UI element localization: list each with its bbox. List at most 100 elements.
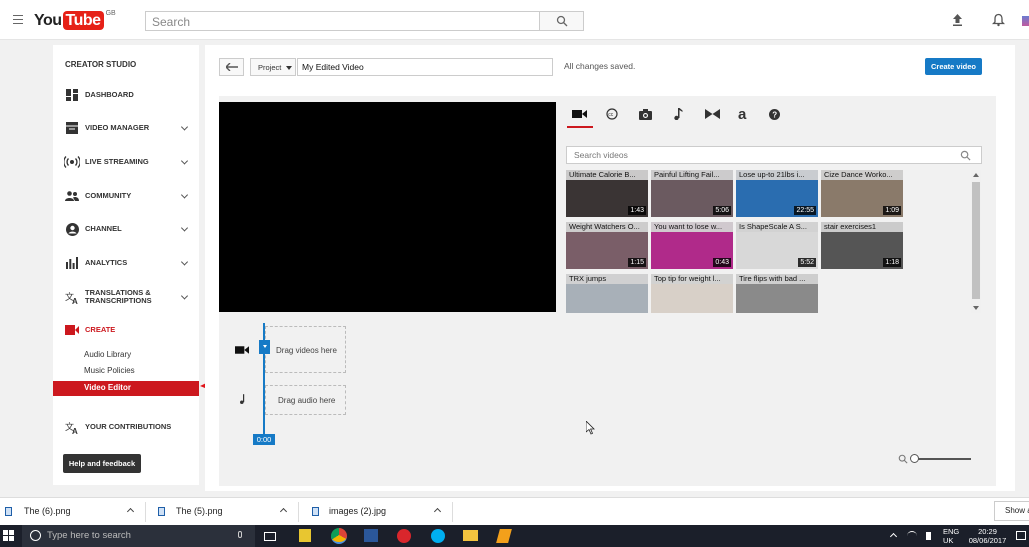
tab-photos[interactable] — [635, 104, 655, 124]
download-divider — [145, 502, 146, 522]
input-language[interactable]: ENG UK — [943, 527, 959, 545]
app-red-icon[interactable] — [397, 529, 411, 543]
tab-transitions[interactable] — [702, 104, 722, 124]
drag-videos-label: Drag videos here — [276, 346, 337, 355]
video-track-dropzone[interactable]: Drag videos here — [265, 326, 346, 373]
windows-start-icon[interactable] — [3, 530, 14, 541]
music-note-icon — [674, 108, 683, 120]
taskbar: Type here to search ENG UK 20:29 08/06/2… — [0, 525, 1029, 547]
scroll-up-arrow[interactable] — [973, 173, 979, 177]
sidebar-item-dashboard[interactable]: DASHBOARD — [53, 87, 199, 103]
menu-icon[interactable] — [13, 15, 23, 24]
chevron-down-icon[interactable] — [180, 123, 189, 131]
video-thumbnail[interactable]: Lose up-to 21lbs i... 22:55 — [736, 170, 818, 217]
sidebar-subitem-video-editor[interactable]: Video Editor — [53, 381, 199, 396]
search-input[interactable]: Search — [145, 11, 540, 31]
project-dropdown[interactable]: Project — [250, 58, 296, 76]
account-avatar[interactable] — [1022, 16, 1029, 26]
caret-down-icon — [286, 66, 292, 70]
chevron-up-icon[interactable] — [126, 507, 135, 516]
scrollbar-thumb[interactable] — [972, 182, 980, 299]
app-sticky-notes-icon[interactable] — [299, 529, 311, 542]
create-video-button[interactable]: Create video — [925, 58, 982, 75]
taskbar-search[interactable]: Type here to search — [22, 525, 255, 547]
upload-icon[interactable] — [951, 13, 964, 27]
tab-audio[interactable] — [668, 104, 688, 124]
app-skype-icon[interactable] — [431, 529, 445, 543]
sidebar-subitem-music-policies[interactable]: Music Policies — [84, 366, 135, 375]
task-view-icon[interactable] — [264, 532, 276, 541]
active-tab-indicator — [567, 126, 593, 128]
file-icon — [312, 506, 319, 516]
chevron-down-icon[interactable] — [180, 292, 189, 300]
network-icon[interactable] — [907, 531, 917, 541]
sidebar-item-channel[interactable]: CHANNEL — [53, 221, 199, 237]
video-search-input[interactable]: Search videos — [566, 146, 982, 164]
video-thumbnail[interactable]: stair exercises1 1:18 — [821, 222, 903, 269]
app-word-icon[interactable] — [364, 529, 378, 542]
sidebar-item-video-manager[interactable]: VIDEO MANAGER — [53, 120, 199, 136]
video-thumbnail[interactable]: Painful Lifting Fail... 5:06 — [651, 170, 733, 217]
project-name-input[interactable]: My Edited Video — [297, 58, 553, 76]
show-hidden-icons[interactable] — [889, 532, 898, 541]
search-button[interactable] — [539, 11, 584, 31]
audio-track-dropzone[interactable]: Drag audio here — [265, 385, 346, 415]
sidebar-item-translations[interactable]: 文A TRANSLATIONS & TRANSCRIPTIONS — [53, 288, 199, 306]
video-thumbnail[interactable]: Is ShapeScale A S... 5:52 — [736, 222, 818, 269]
clock-date: 08/06/2017 — [968, 536, 1007, 545]
mouse-cursor-icon — [586, 421, 595, 435]
sidebar-item-label: DASHBOARD — [85, 90, 134, 99]
show-all-downloads-button[interactable]: Show a — [994, 501, 1029, 521]
video-thumbnail[interactable]: Cize Dance Worko... 1:09 — [821, 170, 903, 217]
transitions-icon — [704, 109, 720, 119]
create-icon — [65, 323, 79, 337]
chevron-down-icon[interactable] — [180, 191, 189, 199]
sidebar-item-live-streaming[interactable]: LIVE STREAMING — [53, 154, 199, 170]
tab-videos[interactable] — [569, 104, 589, 124]
video-thumbnail[interactable]: TRX jumps — [566, 274, 648, 313]
photo-icon — [638, 108, 652, 120]
video-thumbnail[interactable]: Weight Watchers O... 1:15 — [566, 222, 648, 269]
sidebar-item-contributions[interactable]: 文A YOUR CONTRIBUTIONS — [53, 419, 199, 435]
action-center-icon[interactable] — [1016, 531, 1026, 540]
video-thumbnail[interactable]: You want to lose w... 0:43 — [651, 222, 733, 269]
download-item[interactable]: images (2).jpg — [307, 498, 452, 524]
download-item[interactable]: The (6).png — [0, 498, 145, 524]
chevron-down-icon[interactable] — [180, 258, 189, 266]
back-button[interactable] — [219, 58, 244, 76]
sidebar-item-label: VIDEO MANAGER — [85, 123, 150, 132]
chevron-down-icon[interactable] — [180, 157, 189, 165]
search-icon — [556, 15, 568, 27]
chevron-down-icon[interactable] — [180, 224, 189, 232]
video-thumbnail[interactable]: Ultimate Calorie B... 1:43 — [566, 170, 648, 217]
download-divider — [452, 502, 453, 522]
notifications-icon[interactable] — [992, 13, 1005, 27]
download-item[interactable]: The (5).png — [153, 498, 298, 524]
help-feedback-button[interactable]: Help and feedback — [63, 454, 141, 473]
zoom-slider-handle[interactable] — [910, 454, 919, 463]
community-icon — [65, 189, 79, 203]
taskbar-clock[interactable]: 20:29 08/06/2017 — [965, 527, 1010, 545]
video-thumbnail[interactable]: Tire flips with bad ... — [736, 274, 818, 313]
chevron-up-icon[interactable] — [279, 507, 288, 516]
chevron-up-icon[interactable] — [433, 507, 442, 516]
sidebar-item-community[interactable]: COMMUNITY — [53, 188, 199, 204]
tab-text[interactable]: a — [734, 104, 754, 124]
app-winamp-icon[interactable] — [496, 529, 512, 543]
sidebar-item-analytics[interactable]: ANALYTICS — [53, 255, 199, 271]
volume-icon[interactable] — [926, 532, 931, 540]
tab-creative-commons[interactable]: cc — [602, 104, 622, 124]
video-grid-scrollbar[interactable] — [971, 170, 981, 313]
sidebar-item-create[interactable]: CREATE — [53, 322, 199, 338]
playhead-handle[interactable] — [259, 340, 270, 354]
video-preview[interactable] — [219, 102, 556, 312]
sidebar-subitem-audio-library[interactable]: Audio Library — [84, 350, 131, 359]
zoom-slider-track[interactable] — [913, 458, 971, 460]
microphone-icon[interactable] — [238, 531, 242, 538]
app-file-explorer-icon[interactable] — [463, 530, 478, 541]
scroll-down-arrow[interactable] — [973, 306, 979, 310]
tab-help[interactable]: ? — [764, 104, 784, 124]
youtube-logo[interactable]: You Tube GB — [34, 10, 116, 30]
video-thumbnail[interactable]: Top tip for weight l... — [651, 274, 733, 313]
app-chrome-icon[interactable] — [331, 528, 347, 544]
